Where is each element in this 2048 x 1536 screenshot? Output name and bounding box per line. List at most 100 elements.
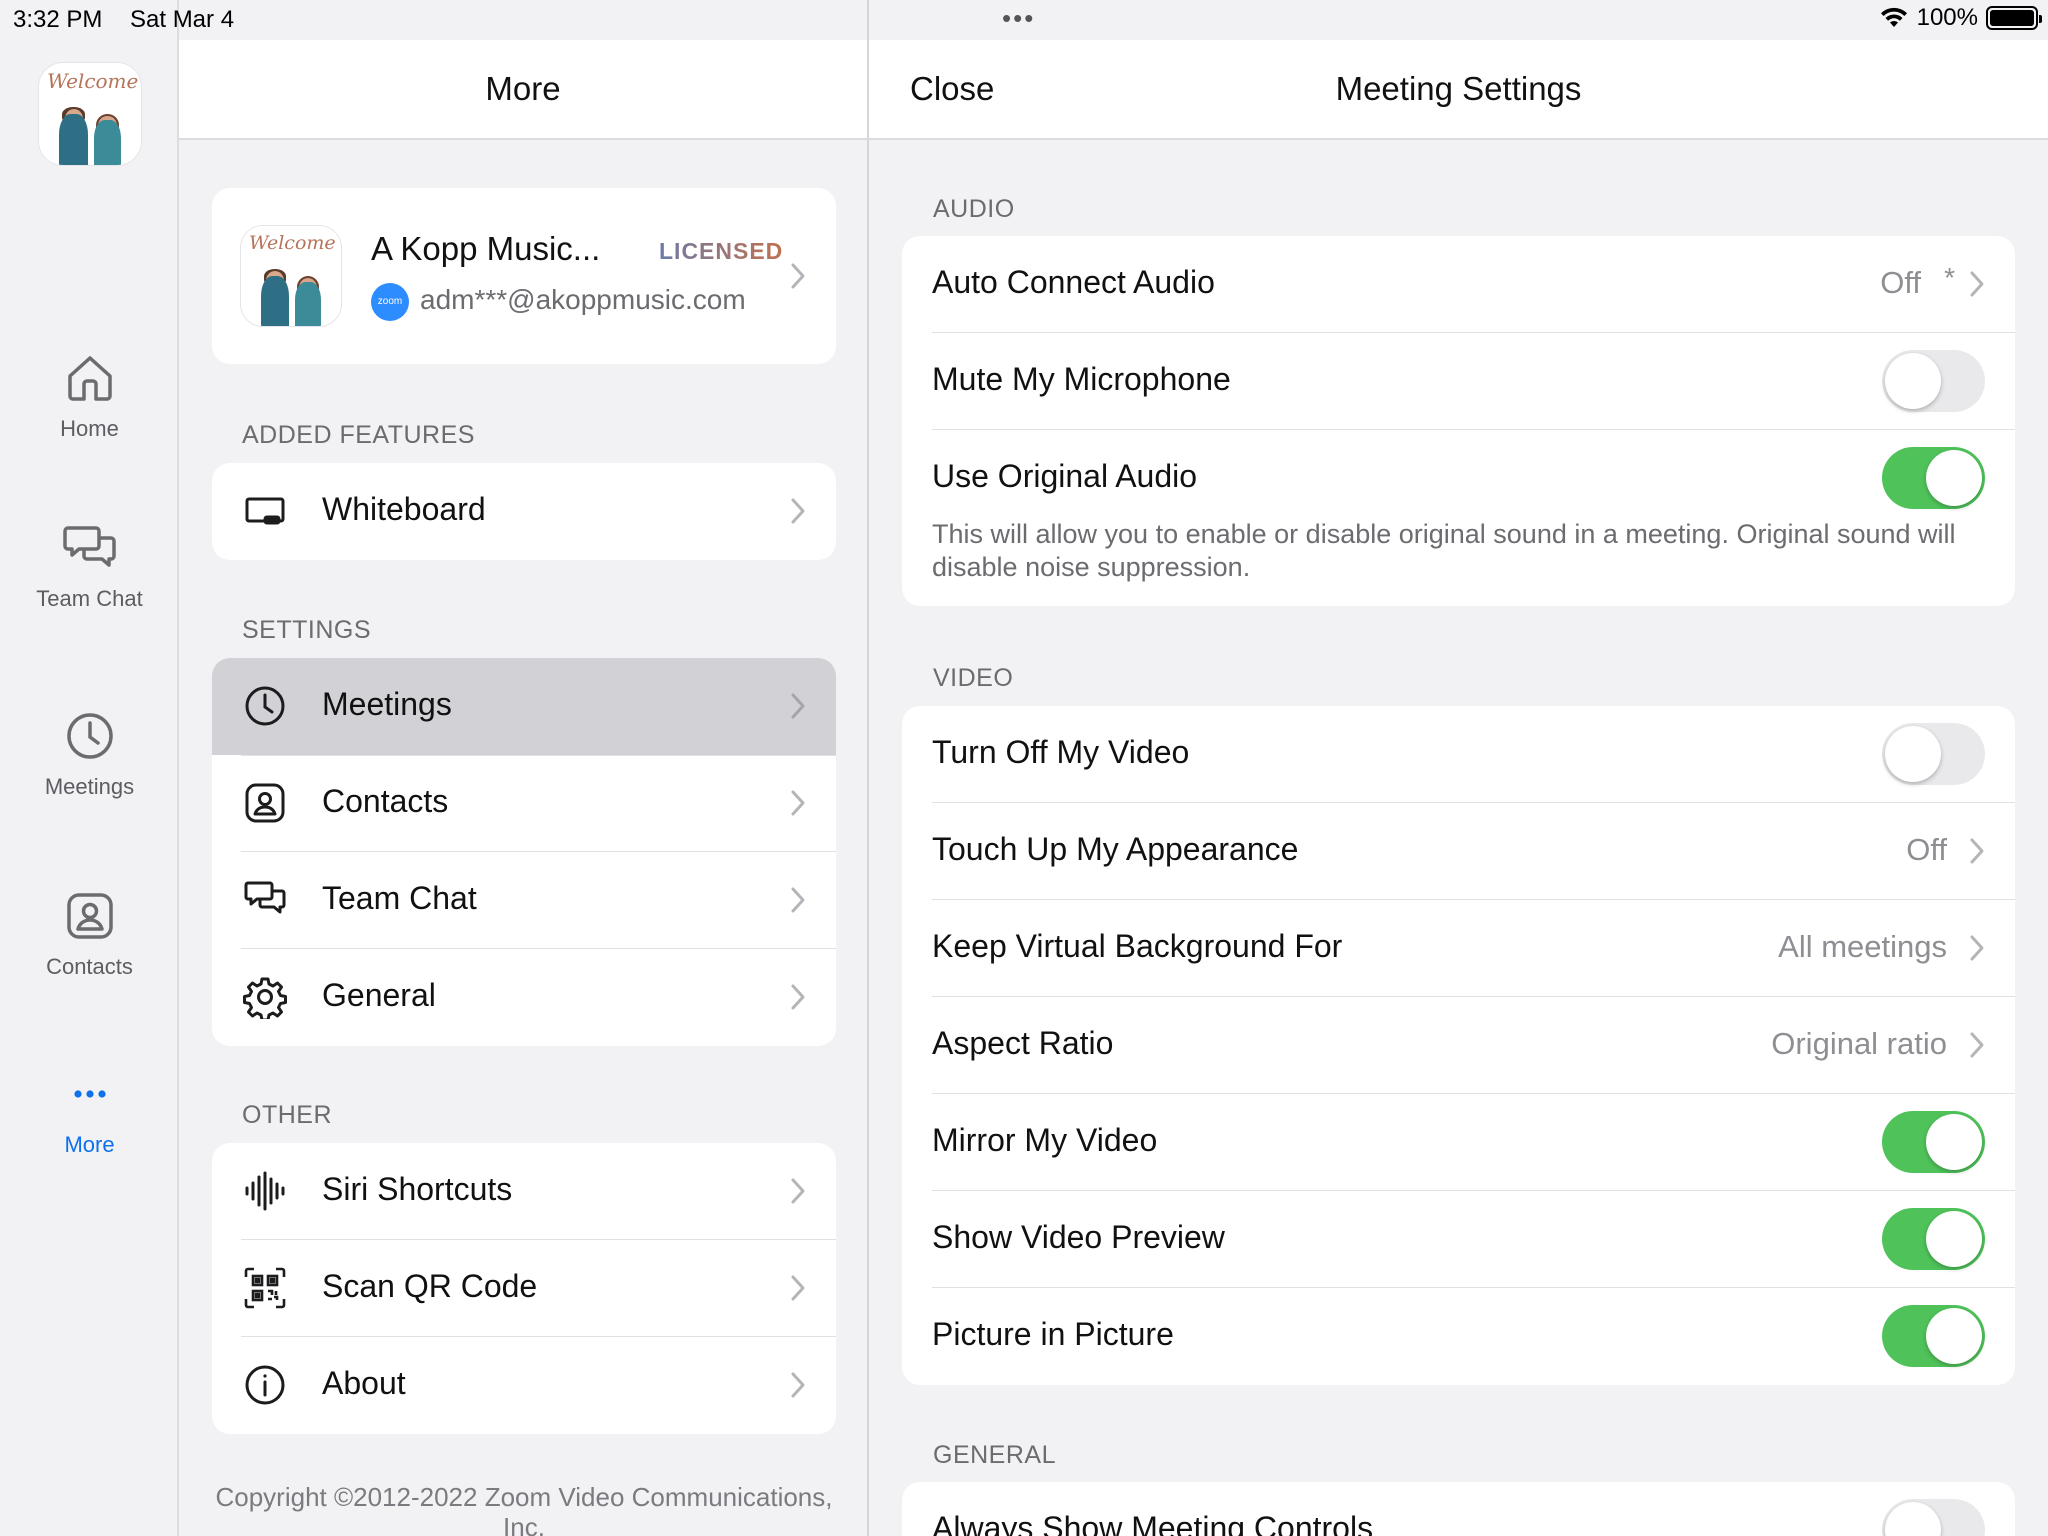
profile-avatar[interactable]: Welcome	[39, 63, 141, 165]
chevron-right-icon	[791, 984, 805, 1010]
menu-item-general[interactable]: General	[212, 949, 836, 1046]
setting-always-show-meeting-controls: Always Show Meeting Controls	[902, 1482, 2015, 1536]
contact-card-icon	[66, 893, 113, 939]
rail-item-home[interactable]: Home	[0, 350, 179, 442]
status-time: 3:32 PM	[13, 6, 103, 33]
menu-item-scan-qr-code[interactable]: Scan QR Code	[212, 1240, 836, 1337]
menu-label-siri-shortcuts: Siri Shortcuts	[322, 1171, 513, 1207]
always-show-controls-toggle[interactable]	[1882, 1499, 1985, 1536]
setting-auto-connect-audio[interactable]: Auto Connect Audio Off *	[902, 236, 2015, 333]
toggle-knob	[1926, 450, 1982, 506]
chat-bubbles-icon	[62, 526, 116, 567]
close-button[interactable]: Close	[910, 70, 994, 108]
menu-label-scan-qr-code: Scan QR Code	[322, 1268, 538, 1304]
menu-item-meetings[interactable]: Meetings	[212, 658, 836, 755]
setting-aspect-ratio[interactable]: Aspect Ratio Original ratio	[902, 997, 2015, 1094]
multitasking-dots[interactable]: •••	[1002, 5, 1035, 31]
rail-item-team-chat[interactable]: Team Chat	[0, 520, 179, 612]
rail-label-team-chat: Team Chat	[36, 586, 143, 611]
whiteboard-icon	[245, 497, 285, 525]
setting-picture-in-picture: Picture in Picture	[902, 1288, 2015, 1385]
rail-label-home: Home	[60, 416, 119, 441]
setting-value: Original ratio	[1771, 1026, 1947, 1061]
chevron-right-icon	[1970, 271, 1984, 297]
menu-item-contacts[interactable]: Contacts	[212, 755, 836, 852]
row-divider	[241, 755, 836, 756]
setting-label: Turn Off My Video	[932, 734, 1190, 770]
rail-label-meetings: Meetings	[44, 774, 135, 799]
setting-mute-my-microphone: Mute My Microphone	[902, 333, 2015, 430]
license-badge: LICENSED	[659, 238, 784, 264]
other-card: Siri Shortcuts Scan QR Code About	[212, 1143, 836, 1434]
battery-icon	[1986, 6, 2042, 30]
zoom-logo-icon: zoom	[371, 283, 409, 321]
video-settings-card: Turn Off My Video Touch Up My Appearance…	[902, 706, 2015, 1385]
status-indicators: 100%	[1879, 4, 2042, 32]
video-preview-toggle[interactable]	[1882, 1208, 1985, 1270]
toggle-knob	[1926, 1114, 1982, 1170]
chevron-right-icon	[791, 263, 805, 289]
setting-value: Off	[1906, 832, 1947, 867]
navigation-rail: Welcome Home Team Chat Meetings Contacts…	[0, 0, 179, 1536]
asterisk-marker: *	[1944, 262, 1955, 293]
chevron-right-icon	[791, 498, 805, 524]
section-label-audio: AUDIO	[933, 195, 1015, 223]
mute-microphone-toggle[interactable]	[1882, 350, 1985, 412]
avatar-welcome-text: Welcome	[47, 69, 139, 94]
info-icon	[245, 1365, 285, 1405]
menu-item-siri-shortcuts[interactable]: Siri Shortcuts	[212, 1143, 836, 1240]
meeting-settings-panel: Meeting Settings Close AUDIO Auto Connec…	[869, 0, 2048, 1536]
setting-value: Off	[1880, 265, 1921, 300]
setting-keep-virtual-background[interactable]: Keep Virtual Background For All meetings	[902, 900, 2015, 997]
menu-item-whiteboard[interactable]: Whiteboard	[212, 463, 836, 560]
more-header: More	[179, 40, 867, 140]
more-dots-icon	[73, 1090, 106, 1098]
toggle-knob	[1926, 1211, 1982, 1267]
qr-code-icon	[244, 1267, 286, 1309]
rail-item-meetings[interactable]: Meetings	[0, 708, 179, 800]
menu-label-whiteboard: Whiteboard	[322, 491, 486, 527]
toggle-knob	[1885, 353, 1941, 409]
clock-icon	[66, 713, 113, 759]
general-settings-card: Always Show Meeting Controls	[902, 1482, 2015, 1536]
turn-off-video-toggle[interactable]	[1882, 723, 1985, 785]
setting-label: Aspect Ratio	[932, 1025, 1114, 1061]
setting-show-video-preview: Show Video Preview	[902, 1191, 2015, 1288]
original-audio-toggle[interactable]	[1882, 447, 1985, 509]
mirror-video-toggle[interactable]	[1882, 1111, 1985, 1173]
section-label-general: GENERAL	[933, 1441, 1056, 1469]
contact-card-icon	[245, 783, 285, 823]
chevron-right-icon	[791, 1178, 805, 1204]
wifi-icon	[1880, 7, 1907, 27]
menu-label-contacts: Contacts	[322, 783, 449, 819]
menu-item-team-chat[interactable]: Team Chat	[212, 852, 836, 949]
setting-label: Touch Up My Appearance	[932, 831, 1299, 867]
settings-title: Meeting Settings	[1335, 70, 1582, 107]
clock-icon	[245, 686, 285, 726]
profile-card[interactable]: Welcome A Kopp Music... LICENSED zoom ad…	[212, 188, 836, 364]
rail-label-contacts: Contacts	[46, 954, 133, 979]
picture-in-picture-toggle[interactable]	[1882, 1305, 1985, 1367]
setting-mirror-my-video: Mirror My Video	[902, 1094, 2015, 1191]
setting-turn-off-my-video: Turn Off My Video	[902, 706, 2015, 803]
settings-header: Meeting Settings Close	[869, 40, 2048, 140]
setting-touch-up-my-appearance[interactable]: Touch Up My Appearance Off	[902, 803, 2015, 900]
menu-label-about: About	[322, 1365, 406, 1401]
rail-item-more[interactable]: More	[0, 1066, 179, 1158]
chevron-right-icon	[791, 790, 805, 816]
setting-label: Picture in Picture	[932, 1316, 1174, 1352]
setting-use-original-audio: Use Original Audio	[902, 430, 2015, 527]
setting-label: Always Show Meeting Controls	[932, 1510, 1374, 1536]
chevron-right-icon	[791, 1275, 805, 1301]
setting-label: Use Original Audio	[932, 458, 1198, 494]
toggle-knob	[1885, 1502, 1941, 1536]
menu-item-about[interactable]: About	[212, 1337, 836, 1434]
setting-label: Mute My Microphone	[932, 361, 1231, 397]
rail-label-more: More	[64, 1132, 115, 1157]
audio-settings-card: Auto Connect Audio Off * Mute My Microph…	[902, 236, 2015, 606]
chevron-right-icon	[1970, 1032, 1984, 1058]
menu-label-meetings: Meetings	[322, 686, 452, 722]
setting-label: Mirror My Video	[932, 1122, 1158, 1158]
setting-label: Keep Virtual Background For	[932, 928, 1343, 964]
rail-item-contacts[interactable]: Contacts	[0, 888, 179, 980]
